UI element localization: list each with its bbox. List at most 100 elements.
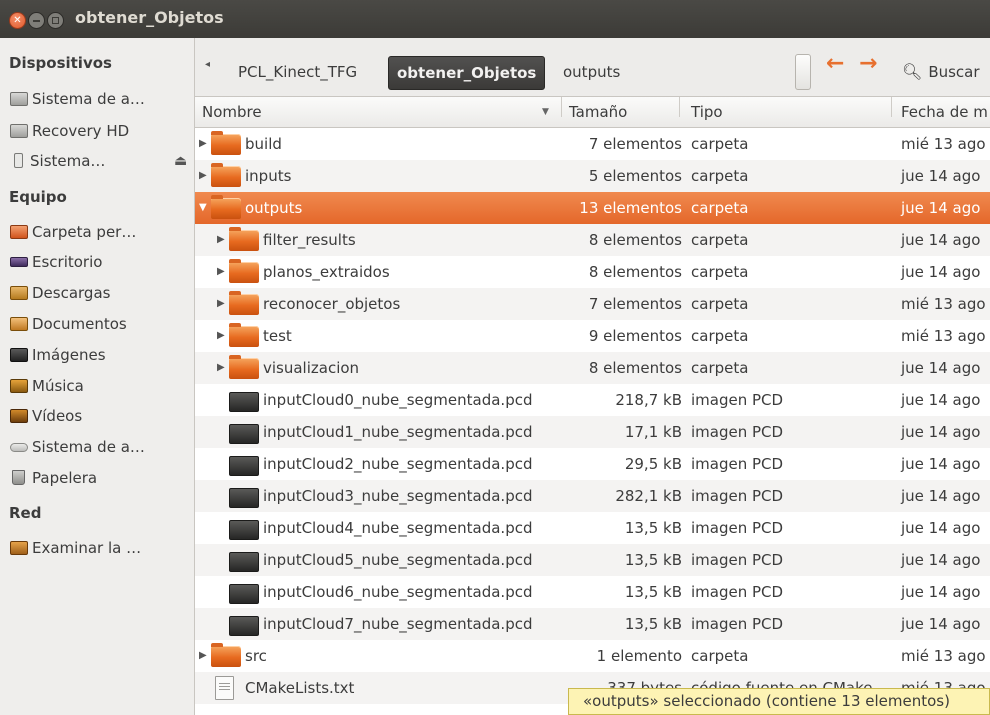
folder-icon — [211, 131, 241, 155]
column-separator[interactable] — [561, 97, 562, 117]
folder-icon — [229, 355, 259, 379]
expand-arrow-icon[interactable]: ▶ — [217, 320, 225, 352]
file-row[interactable]: inputCloud0_nube_segmentada.pcd 218,7 kB i… — [195, 384, 990, 416]
file-row[interactable]: inputCloud3_nube_segmentada.pcd 282,1 kB i… — [195, 480, 990, 512]
file-row[interactable]: inputCloud7_nube_segmentada.pcd 13,5 kB im… — [195, 608, 990, 640]
file-row[interactable]: inputCloud2_nube_segmentada.pcd 29,5 kB im… — [195, 448, 990, 480]
sidebar-item-removable-drive[interactable]: Sistema… ⏏ — [10, 148, 190, 174]
folder-icon — [211, 643, 241, 667]
sidebar-item-system-drive[interactable]: Sistema de a… — [10, 86, 190, 112]
sidebar-item-label: Vídeos — [32, 407, 83, 425]
folder-row[interactable]: ▶ visualizacion 8 elementos carpeta jue 14 a… — [195, 352, 990, 384]
file-size: 282,1 kB — [615, 487, 682, 505]
forward-arrow-icon[interactable]: → — [859, 51, 877, 76]
file-name: inputCloud7_nube_segmentada.pcd — [263, 615, 533, 633]
folder-row[interactable]: ▶ filter_results 8 elementos carpeta jue 14 … — [195, 224, 990, 256]
file-name: planos_extraidos — [263, 263, 390, 281]
file-type: imagen PCD — [691, 519, 784, 537]
sidebar-item-recovery-hd[interactable]: Recovery HD — [10, 118, 190, 144]
image-file-icon — [229, 552, 259, 572]
maximize-window-button[interactable] — [47, 12, 64, 29]
sidebar-item-filesystem[interactable]: Sistema de a… — [10, 434, 190, 460]
file-name: inputCloud3_nube_segmentada.pcd — [263, 487, 533, 505]
folder-row[interactable]: ▼ outputs 13 elementos carpeta jue 14 ago — [195, 192, 990, 224]
music-icon — [10, 379, 28, 393]
videos-icon — [10, 409, 28, 423]
expand-arrow-icon[interactable]: ▶ — [217, 352, 225, 384]
breadcrumb-scroll-button[interactable] — [795, 54, 811, 90]
expand-arrow-icon[interactable]: ▶ — [199, 160, 207, 192]
file-size: 8 elementos — [588, 231, 682, 249]
folder-row[interactable]: ▶ reconocer_objetos 7 elementos carpeta mié … — [195, 288, 990, 320]
folder-row[interactable]: ▶ inputs 5 elementos carpeta jue 14 ago — [195, 160, 990, 192]
column-header-date[interactable]: Fecha de m — [901, 97, 988, 127]
column-header-type[interactable]: Tipo — [691, 97, 723, 127]
folder-row[interactable]: ▶ planos_extraidos 8 elementos carpeta jue 1… — [195, 256, 990, 288]
file-row[interactable]: inputCloud1_nube_segmentada.pcd 17,1 kB im… — [195, 416, 990, 448]
breadcrumb-item-obtener-objetos[interactable]: obtener_Objetos — [388, 56, 546, 90]
file-type: carpeta — [691, 263, 749, 281]
back-arrow-icon[interactable]: ← — [826, 51, 844, 76]
sidebar-item-downloads[interactable]: Descargas — [10, 280, 190, 306]
sidebar-item-label: Escritorio — [32, 253, 103, 271]
file-date: jue 14 ago — [901, 615, 981, 633]
file-type: imagen PCD — [691, 391, 784, 409]
sidebar-item-label: Sistema… — [30, 152, 106, 170]
eject-icon[interactable]: ⏏ — [174, 148, 187, 174]
expand-arrow-icon[interactable]: ▶ — [217, 256, 225, 288]
file-row[interactable]: inputCloud6_nube_segmentada.pcd 13,5 kB im… — [195, 576, 990, 608]
column-header-size[interactable]: Tamaño — [569, 97, 627, 127]
close-window-button[interactable]: ✕ — [9, 12, 26, 29]
folder-row[interactable]: ▶ test 9 elementos carpeta mié 13 ago — [195, 320, 990, 352]
expand-arrow-icon[interactable]: ▶ — [199, 640, 207, 672]
file-date: jue 14 ago — [901, 583, 981, 601]
sidebar-item-browse-network[interactable]: Examinar la … — [10, 535, 190, 561]
breadcrumb-left-arrow-icon[interactable]: ◂ — [205, 59, 210, 70]
file-name: src — [245, 647, 267, 665]
folder-icon — [229, 323, 259, 347]
file-name: visualizacion — [263, 359, 360, 377]
sidebar-item-desktop[interactable]: Escritorio — [10, 249, 190, 275]
minimize-window-button[interactable] — [28, 12, 45, 29]
expand-arrow-icon[interactable]: ▶ — [217, 288, 225, 320]
sidebar-item-pictures[interactable]: Imágenes — [10, 342, 190, 368]
column-separator[interactable] — [679, 97, 680, 117]
file-size: 5 elementos — [588, 167, 682, 185]
sidebar-item-label: Documentos — [32, 315, 127, 333]
file-date: mié 13 ago — [901, 295, 986, 313]
sidebar-item-label: Sistema de a… — [32, 438, 145, 456]
expand-arrow-icon[interactable]: ▶ — [199, 128, 207, 160]
sidebar-item-documents[interactable]: Documentos — [10, 311, 190, 337]
window-title: obtener_Objetos — [75, 8, 224, 27]
file-date: jue 14 ago — [901, 263, 981, 281]
file-size: 1 elemento — [596, 647, 682, 665]
filesystem-icon — [10, 443, 28, 452]
file-name: inputs — [245, 167, 292, 185]
breadcrumb-item-pcl-kinect-tfg[interactable]: PCL_Kinect_TFG — [230, 56, 365, 88]
collapse-arrow-icon[interactable]: ▼ — [199, 192, 207, 224]
file-type: carpeta — [691, 135, 749, 153]
search-button[interactable]: 🔍︎ Buscar — [902, 56, 980, 88]
file-size: 17,1 kB — [624, 423, 682, 441]
sidebar-item-music[interactable]: Música — [10, 373, 190, 399]
file-name: outputs — [245, 199, 303, 217]
sidebar-item-label: Sistema de a… — [32, 90, 145, 108]
sidebar-item-trash[interactable]: Papelera — [10, 465, 190, 491]
breadcrumb-item-outputs[interactable]: outputs — [555, 56, 628, 88]
column-separator[interactable] — [891, 97, 892, 117]
sidebar-item-home[interactable]: Carpeta per… — [10, 219, 190, 245]
file-date: mié 13 ago — [901, 135, 986, 153]
column-header-bar: Nombre ▼ Tamaño Tipo Fecha de m — [195, 97, 990, 128]
sidebar-item-label: Recovery HD — [32, 122, 130, 140]
file-row[interactable]: inputCloud4_nube_segmentada.pcd 13,5 kB im… — [195, 512, 990, 544]
sidebar-item-videos[interactable]: Vídeos — [10, 403, 190, 429]
search-label: Buscar — [928, 63, 980, 81]
file-date: mié 13 ago — [901, 327, 986, 345]
folder-row[interactable]: ▶ src 1 elemento carpeta mié 13 ago — [195, 640, 990, 672]
folder-row[interactable]: ▶ build 7 elementos carpeta mié 13 ago — [195, 128, 990, 160]
expand-arrow-icon[interactable]: ▶ — [217, 224, 225, 256]
file-row[interactable]: inputCloud5_nube_segmentada.pcd 13,5 kB im… — [195, 544, 990, 576]
file-size: 7 elementos — [588, 135, 682, 153]
column-header-name[interactable]: Nombre — [202, 97, 262, 127]
file-type: carpeta — [691, 295, 749, 313]
